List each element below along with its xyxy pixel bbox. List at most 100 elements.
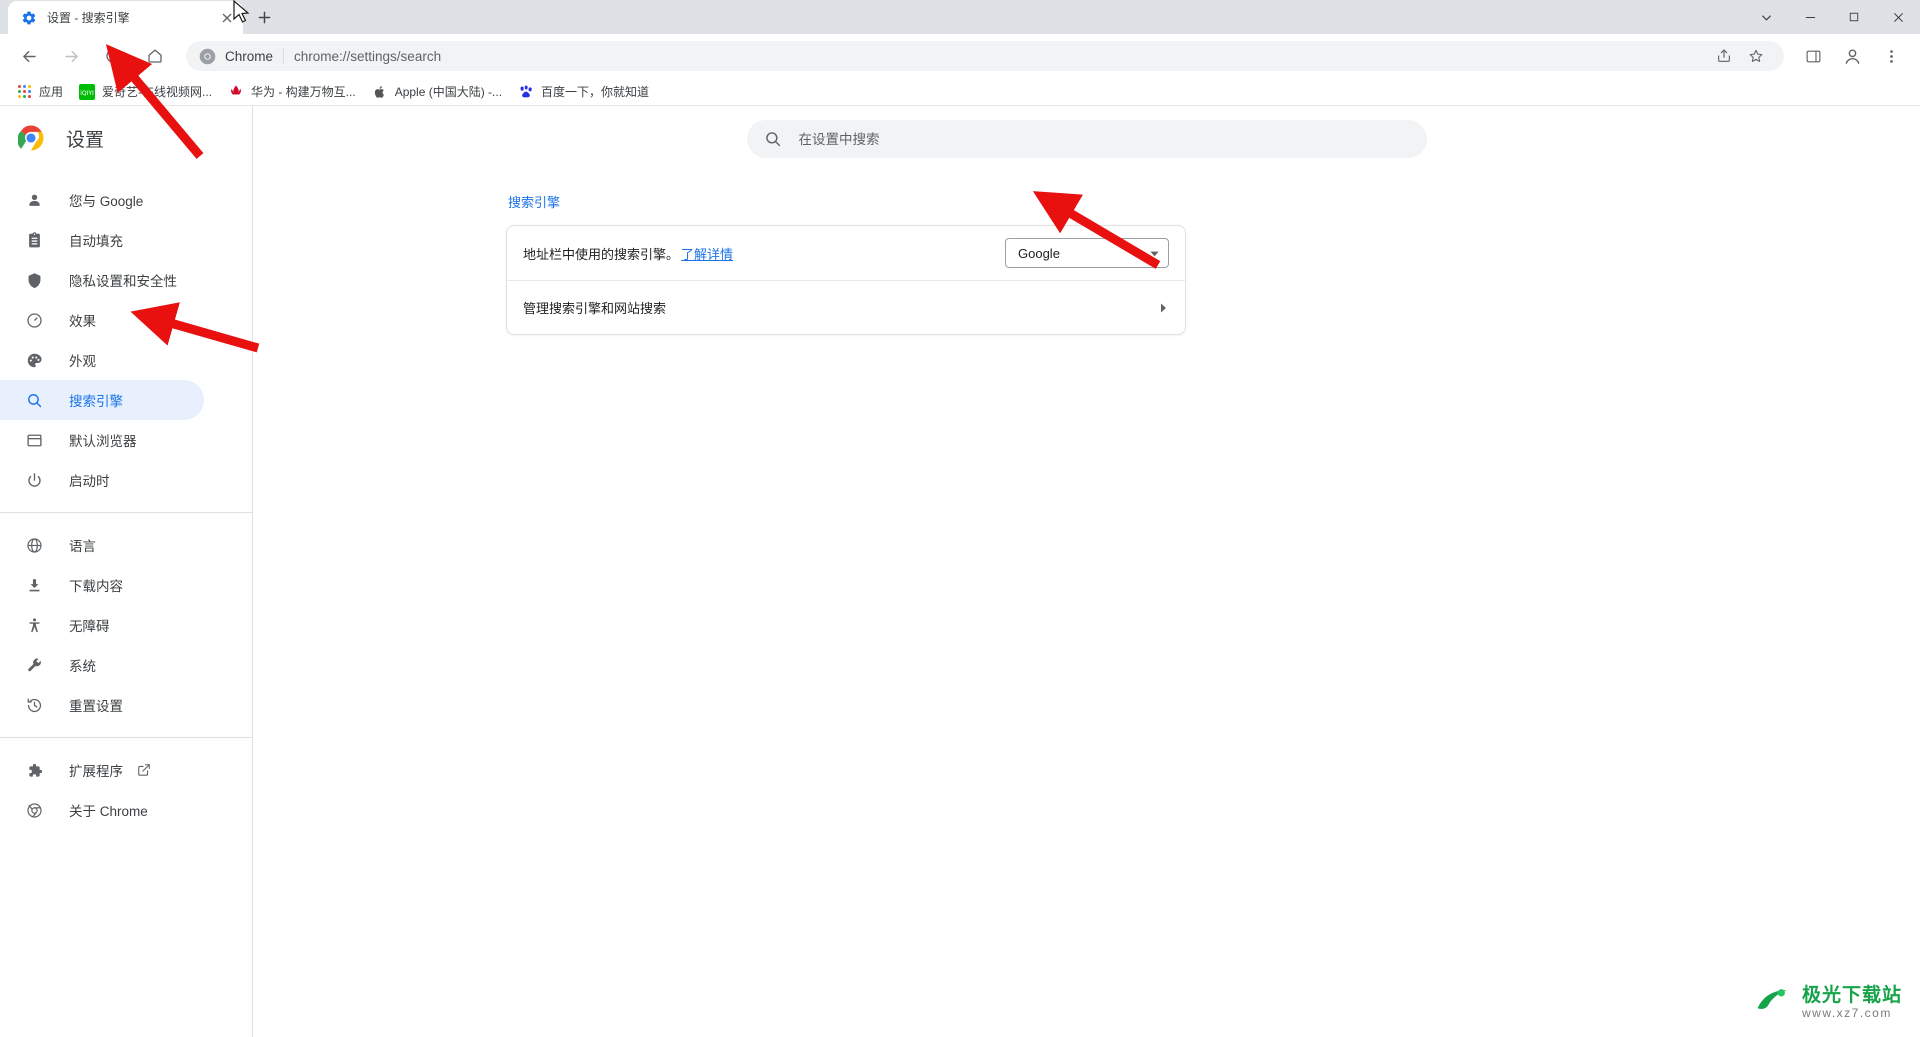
sidebar-item-label: 外观 <box>69 354 96 369</box>
bookmark-label: 爱奇艺-在线视频网... <box>102 85 213 99</box>
close-icon[interactable] <box>218 9 235 26</box>
clipboard-icon <box>24 230 44 250</box>
row-description: 地址栏中使用的搜索引擎。 了解详情 <box>523 244 1005 263</box>
page-title: 设置 <box>66 129 105 151</box>
settings-header: 设置 <box>0 110 252 166</box>
sidebar-item-label: 扩展程序 <box>69 764 123 779</box>
bookmark-apple[interactable]: Apple (中国大陆) -... <box>364 80 510 104</box>
sidebar-item-privacy-security[interactable]: 隐私设置和安全性 <box>0 260 204 300</box>
browser-tab-settings[interactable]: 设置 - 搜索引擎 <box>8 1 243 34</box>
tab-strip: 设置 - 搜索引擎 <box>0 0 1920 34</box>
sidebar-item-autofill[interactable]: 自动填充 <box>0 220 204 260</box>
share-icon[interactable] <box>1711 43 1737 69</box>
search-settings-wrap <box>253 106 1920 158</box>
search-engine-selected-value: Google <box>1018 245 1060 261</box>
sidebar-item-languages[interactable]: 语言 <box>0 525 204 565</box>
chrome-outline-icon <box>24 800 44 820</box>
sidebar-divider-1 <box>0 512 252 513</box>
power-icon <box>24 470 44 490</box>
settings-content: 搜索引擎 地址栏中使用的搜索引擎。 了解详情 Google 管理搜索引擎和网站搜… <box>506 158 1186 335</box>
sidebar-item-reset-settings[interactable]: 重置设置 <box>0 685 204 725</box>
reload-icon[interactable] <box>97 40 129 72</box>
minimize-button[interactable] <box>1788 0 1832 34</box>
home-icon[interactable] <box>139 40 171 72</box>
sidebar-item-label: 搜索引擎 <box>69 394 123 409</box>
download-icon <box>24 575 44 595</box>
section-title: 搜索引擎 <box>508 195 561 210</box>
browser-window: 设置 - 搜索引擎 Chrome chrome://settings/searc… <box>0 0 1920 1037</box>
forward-icon[interactable] <box>55 40 87 72</box>
globe-icon <box>24 535 44 555</box>
address-bar[interactable]: Chrome chrome://settings/search <box>186 41 1784 71</box>
external-link-icon[interactable] <box>137 763 151 777</box>
search-settings-bar[interactable] <box>746 120 1427 158</box>
sidebar-item-label: 系统 <box>69 659 96 674</box>
iqiyi-icon: iQIYI <box>79 83 96 100</box>
browser-toolbar: Chrome chrome://settings/search <box>0 34 1920 78</box>
bookmark-baidu[interactable]: 百度一下，你就知道 <box>510 80 657 104</box>
baidu-icon <box>518 84 534 100</box>
back-icon[interactable] <box>13 40 45 72</box>
sidebar-item-appearance[interactable]: 外观 <box>0 340 204 380</box>
sidebar-divider-2 <box>0 737 252 738</box>
wrench-icon <box>24 655 44 675</box>
palette-icon <box>24 350 44 370</box>
chevron-right-icon <box>1157 302 1169 314</box>
sidebar-item-label: 重置设置 <box>69 699 123 714</box>
aurora-logo-icon <box>1754 984 1794 1023</box>
omnibox-actions <box>1709 43 1771 69</box>
settings-sidebar: 设置 您与 Google 自动填充 隐私设置和安全性 效果 外观 搜索引擎 默认… <box>0 106 253 1037</box>
apple-icon <box>372 84 388 100</box>
side-panel-icon[interactable] <box>1797 40 1829 72</box>
search-input[interactable] <box>798 131 1410 147</box>
sidebar-item-on-startup[interactable]: 启动时 <box>0 460 204 500</box>
bookmark-label: 应用 <box>39 85 64 99</box>
omnibox-chrome-label: Chrome <box>225 48 274 64</box>
gear-icon <box>21 10 37 26</box>
sidebar-item-about-chrome[interactable]: 关于 Chrome <box>0 790 204 830</box>
sidebar-item-label: 语言 <box>69 539 96 554</box>
tab-title: 设置 - 搜索引擎 <box>47 11 130 25</box>
star-icon[interactable] <box>1743 43 1769 69</box>
sidebar-item-label: 下载内容 <box>69 579 123 594</box>
history-restore-icon <box>24 695 44 715</box>
row-description-text: 地址栏中使用的搜索引擎。 <box>523 246 680 262</box>
maximize-button[interactable] <box>1832 0 1876 34</box>
bookmark-huawei[interactable]: 华为 - 构建万物互... <box>220 80 364 104</box>
search-icon <box>24 390 44 410</box>
sidebar-item-downloads[interactable]: 下载内容 <box>0 565 204 605</box>
sidebar-item-label: 自动填充 <box>69 234 123 249</box>
learn-more-link[interactable]: 了解详情 <box>681 247 733 262</box>
omnibox-separator <box>283 48 285 64</box>
tab-search-button[interactable] <box>1744 0 1788 34</box>
bookmarks-bar: 应用 iQIYI 爱奇艺-在线视频网... 华为 - 构建万物互... Appl… <box>0 78 1920 106</box>
sidebar-item-search-engine[interactable]: 搜索引擎 <box>0 380 204 420</box>
sidebar-item-system[interactable]: 系统 <box>0 645 204 685</box>
sidebar-item-default-browser[interactable]: 默认浏览器 <box>0 420 204 460</box>
bookmark-iqiyi[interactable]: iQIYI 爱奇艺-在线视频网... <box>71 80 220 104</box>
window-controls <box>1744 0 1920 34</box>
close-window-button[interactable] <box>1876 0 1920 34</box>
sidebar-item-extensions[interactable]: 扩展程序 <box>0 750 204 790</box>
three-dot-menu-icon[interactable] <box>1875 40 1907 72</box>
manage-search-engines-row[interactable]: 管理搜索引擎和网站搜索 <box>507 280 1185 334</box>
sidebar-item-label: 您与 Google <box>69 194 144 209</box>
sidebar-item-label: 隐私设置和安全性 <box>69 274 177 289</box>
search-engine-select[interactable]: Google <box>1005 238 1169 268</box>
watermark: 极光下载站 www.xz7.com <box>1754 984 1902 1023</box>
sidebar-item-label: 关于 Chrome <box>69 804 148 819</box>
sidebar-item-you-and-google[interactable]: 您与 Google <box>0 180 204 220</box>
bookmark-label: 百度一下，你就知道 <box>541 85 650 99</box>
watermark-title: 极光下载站 <box>1801 985 1902 1007</box>
person-icon <box>24 190 44 210</box>
profile-icon[interactable] <box>1838 42 1866 70</box>
watermark-text: 极光下载站 www.xz7.com <box>1802 986 1902 1020</box>
sidebar-item-accessibility[interactable]: 无障碍 <box>0 605 204 645</box>
bookmark-label: Apple (中国大陆) -... <box>394 85 503 99</box>
bookmark-label: 华为 - 构建万物互... <box>251 85 356 99</box>
new-tab-button[interactable] <box>250 3 278 31</box>
speedometer-icon <box>24 310 44 330</box>
sidebar-item-performance[interactable]: 效果 <box>0 300 204 340</box>
bookmark-apps[interactable]: 应用 <box>8 80 71 104</box>
sidebar-item-label: 默认浏览器 <box>69 434 137 449</box>
